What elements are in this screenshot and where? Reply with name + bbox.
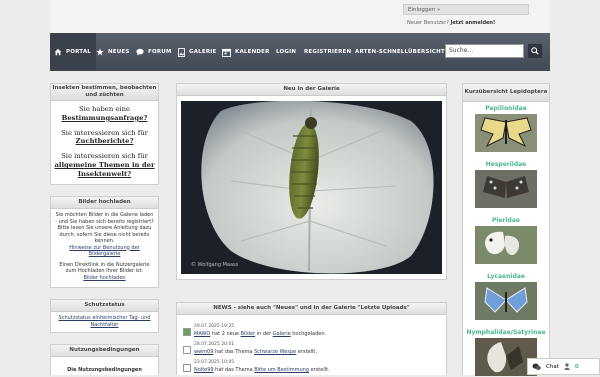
terms-text: Die Nutzungsbedingungen (67, 367, 142, 373)
gallery-help-link[interactable]: Hinweise zur Benutzung der Bildergalerie (69, 245, 139, 258)
nav-portal[interactable]: PORTAL (50, 33, 96, 71)
zucht-line: Sie interessieren sich für Zuchtberichte? (53, 129, 156, 147)
gallery-image[interactable]: © Wolfgang Maass (181, 101, 442, 274)
blue-butterfly-picture (475, 282, 537, 320)
zucht-text: Sie interessieren sich für (61, 128, 148, 137)
skipper-picture (475, 170, 537, 208)
lepidoptera-box: Kurzübersicht Lepidoptera Papilionidae H… (462, 83, 550, 376)
insect-box-title: Insekten bestimmen, beobachten und zücht… (51, 84, 158, 101)
family-lycaenidae[interactable]: Lycaenidae (463, 273, 549, 280)
family-papilionidae[interactable]: Papilionidae (463, 105, 549, 112)
home-icon (54, 48, 62, 56)
news-user-link[interactable]: wwm09 (194, 349, 213, 355)
nav-galerie-label: GALERIE (189, 49, 217, 55)
nav-neues-label: NEUES (108, 49, 130, 55)
news-date: 29.07.2025 19:25 (194, 324, 235, 329)
star-icon (96, 48, 104, 56)
upload-link[interactable]: Bilder hochladen (83, 275, 125, 281)
news-box: NEWS - siehe auch "Neues" und in der Gal… (176, 302, 447, 375)
news-link[interactable]: Schwarze Wespe (254, 349, 296, 355)
new-user-text: Neuer Benutzer? (407, 20, 449, 26)
user-icon (564, 363, 570, 370)
bestimmung-line: Sie haben eine Bestimmungsanfrage? (53, 105, 156, 123)
lepidoptera-title: Kurzübersicht Lepidoptera (463, 84, 549, 102)
image-upload-icon (183, 328, 191, 336)
news-text: erstellt. (308, 367, 330, 373)
document-icon (183, 346, 191, 354)
terms-box: Nutzungsbedingungen Die Nutzungsbedingun… (50, 344, 159, 375)
news-text: in der (255, 331, 273, 337)
nav-forum[interactable]: FORUM (136, 33, 172, 71)
nav-neues[interactable]: NEUES (96, 33, 130, 71)
login-link[interactable]: Einloggen » (403, 4, 529, 15)
news-item: 23.07.2025 10:05 Nolte99 hat das Thema B… (183, 359, 446, 377)
news-item: 28.07.2025 20:01 wwm09 hat das Thema Sch… (183, 341, 446, 359)
family-hesperiidae[interactable]: Hesperiidae (463, 161, 549, 168)
allgemein-text: Sie interessieren sich für (61, 152, 148, 161)
news-user-link[interactable]: MAWO (194, 331, 210, 337)
search-input[interactable]: Suche... (445, 44, 524, 58)
news-text: hochgeladen. (290, 331, 327, 337)
hesperiidae-image[interactable] (475, 170, 537, 208)
photo-watermark: © Wolfgang Maass (191, 262, 239, 268)
news-text: hat das Thema (213, 367, 255, 373)
register-link[interactable]: Jetzt anmelden! (451, 20, 496, 26)
image-icon (178, 47, 185, 57)
pieridae-image[interactable] (475, 226, 537, 264)
status-box-title: Schutzstatus (51, 300, 158, 312)
swallowtail-picture (475, 114, 537, 152)
papilionidae-image[interactable] (475, 114, 537, 152)
nav-kalender-label: KALENDER (235, 49, 270, 55)
insect-info-box: Insekten bestimmen, beobachten und zücht… (50, 83, 159, 185)
new-user-line: Neuer Benutzer? Jetzt anmelden! (407, 20, 495, 26)
news-link[interactable]: Bilder (241, 331, 256, 337)
news-date: 28.07.2025 20:01 (194, 342, 235, 347)
white-butterfly-picture (475, 226, 537, 264)
allgemein-line: Sie interessieren sich für allgemeine The… (53, 152, 156, 178)
bestimmung-text: Sie haben eine (79, 105, 130, 113)
family-pieridae[interactable]: Pieridae (463, 217, 549, 224)
news-user-link[interactable]: Nolte99 (194, 367, 214, 373)
nav-kalender[interactable]: KALENDER (222, 33, 270, 71)
direct-link-text: Einen Direktlink in die Nutzergalerie zu… (59, 261, 150, 275)
news-text: hat das Thema (213, 349, 255, 355)
chat-bubble-icon (136, 48, 144, 56)
search-button[interactable] (528, 44, 542, 58)
nav-login[interactable]: LOGIN (276, 33, 296, 71)
family-nymphalidae-satyrinae[interactable]: Nymphalidae/Satyrinae (463, 329, 549, 336)
nav-forum-label: FORUM (148, 49, 172, 55)
news-title: NEWS - siehe auch "Neues" und in der Gal… (177, 303, 446, 315)
caterpillar-photo (181, 101, 442, 274)
news-text: erstellt. (296, 349, 317, 355)
search-icon (531, 47, 539, 55)
upload-box: Bilder hochladen Sie möchten Bilder in d… (50, 196, 159, 288)
allgemein-link[interactable]: allgemeine Themen in der Insektenwelt? (54, 161, 154, 178)
nav-galerie[interactable]: GALERIE (178, 33, 216, 71)
status-box: Schutzstatus Schutzstatus einheimischer … (50, 299, 159, 333)
status-link[interactable]: Schutzstatus einheimischer Tag- und Nach… (59, 315, 151, 328)
news-date: 23.07.2025 10:05 (194, 360, 235, 365)
terms-box-title: Nutzungsbedingungen (51, 345, 158, 357)
news-link[interactable]: Galerie (273, 331, 291, 337)
zucht-link[interactable]: Zuchtberichte? (76, 137, 134, 145)
chat-count: 0 (574, 363, 579, 370)
document-icon (183, 364, 191, 372)
nav-registrieren[interactable]: REGISTRIEREN (304, 33, 351, 71)
upload-intro-text: Sie möchten Bilder in die Galerie laden … (55, 212, 154, 244)
chat-widget[interactable]: Chat 0 (527, 358, 600, 375)
bestimmung-link[interactable]: Bestimmungsanfrage? (62, 114, 148, 122)
chat-label: Chat (546, 363, 559, 370)
lycaenidae-image[interactable] (475, 282, 537, 320)
upload-box-title: Bilder hochladen (51, 197, 158, 209)
news-item: 29.07.2025 19:25 MAWO hat 2 neue Bilder … (183, 323, 446, 341)
nav-arten-schnelluebersicht[interactable]: ARTEN-SCHNELLÜBERSICHT (355, 33, 445, 71)
calendar-icon (222, 48, 231, 57)
gallery-box: Neu in der Galerie © Wolfgang Maass (176, 83, 447, 280)
nav-portal-label: PORTAL (66, 49, 91, 55)
gallery-title: Neu in der Galerie (177, 84, 446, 96)
news-text: hat 2 neue (210, 331, 241, 337)
news-link[interactable]: Bitte um Bestimmung (254, 367, 309, 373)
chat-icon (532, 362, 541, 370)
